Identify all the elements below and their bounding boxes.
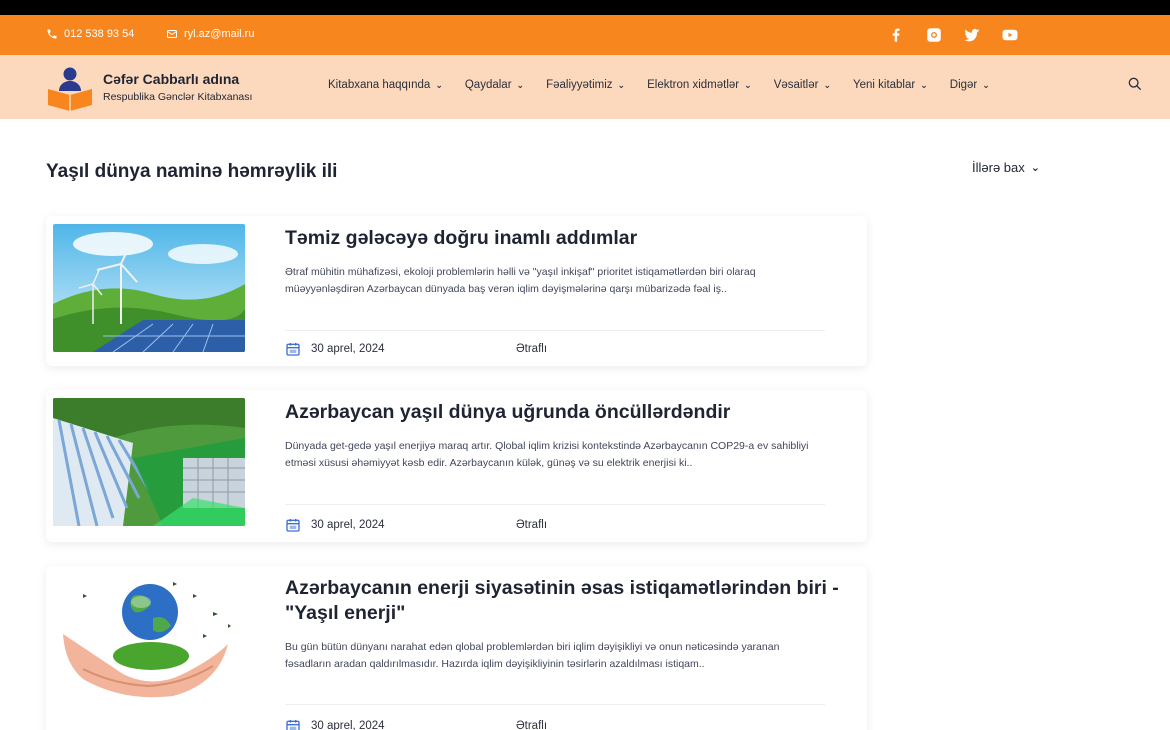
search-button[interactable] bbox=[1127, 76, 1143, 92]
divider bbox=[285, 504, 825, 505]
library-logo[interactable] bbox=[46, 65, 94, 111]
window-top-strip bbox=[0, 0, 1170, 15]
twitter-icon bbox=[964, 29, 980, 42]
nav-item-kitabxana-haqqinda[interactable]: Kitabxana haqqında ⌄ bbox=[328, 79, 443, 91]
article-title[interactable]: Azərbaycan yaşıl dünya uğrunda öncüllərd… bbox=[285, 400, 845, 425]
article-title[interactable]: Təmiz gələcəyə doğru inamlı addımlar bbox=[285, 226, 845, 251]
email-link[interactable]: ryl.az@mail.ru bbox=[166, 28, 254, 40]
article-image-globe-hands[interactable] bbox=[53, 574, 245, 702]
chevron-down-icon: ⌄ bbox=[435, 79, 443, 90]
main-navbar: Cəfər Cabbarlı adına Respublika Gənclər … bbox=[0, 55, 1170, 119]
chevron-down-icon: ⌄ bbox=[1030, 162, 1040, 174]
nav-item-label: Fəaliyyətimiz bbox=[546, 79, 613, 91]
brand-name: Cəfər Cabbarlı adına bbox=[103, 71, 240, 87]
facebook-icon bbox=[892, 28, 900, 42]
article-excerpt: Ətraf mühitin mühafizəsi, ekoloji proble… bbox=[285, 266, 756, 295]
article-excerpt: Dünyada get-gedə yaşıl enerjiyə maraq ar… bbox=[285, 440, 809, 469]
search-icon bbox=[1128, 77, 1141, 90]
brand-subtitle: Respublika Gənclər Kitabxanası bbox=[103, 91, 253, 103]
chevron-down-icon: ⌄ bbox=[982, 79, 990, 90]
nav-item-label: Kitabxana haqqında bbox=[328, 79, 431, 91]
nav-item-label: Vəsaitlər bbox=[773, 79, 819, 91]
email-address: ryl.az@mail.ru bbox=[184, 28, 255, 40]
phone-link[interactable]: 012 538 93 54 bbox=[46, 28, 134, 40]
article-date: 30 aprel, 2024 bbox=[285, 517, 385, 533]
instagram-link[interactable] bbox=[923, 24, 945, 46]
twitter-link[interactable] bbox=[961, 24, 983, 46]
article-date-text: 30 aprel, 2024 bbox=[311, 720, 385, 730]
youtube-icon bbox=[1002, 29, 1018, 41]
nav-item-label: Qaydalar bbox=[464, 79, 512, 91]
nav-item-diger[interactable]: Digər ⌄ bbox=[950, 79, 990, 91]
article-card[interactable]: Azərbaycan yaşıl dünya uğrunda öncüllərd… bbox=[46, 390, 867, 542]
article-excerpt: Bu gün bütün dünyanı narahat edən qlobal… bbox=[285, 641, 780, 670]
divider bbox=[285, 330, 825, 331]
nav-item-label: Yeni kitablar bbox=[852, 79, 916, 91]
nav-item-vesaitler[interactable]: Vəsaitlər ⌄ bbox=[774, 79, 831, 91]
wind-turbine-solar-image bbox=[53, 224, 245, 352]
phone-number: 012 538 93 54 bbox=[64, 28, 135, 40]
chevron-down-icon: ⌄ bbox=[920, 79, 928, 90]
article-date-text: 30 aprel, 2024 bbox=[311, 519, 385, 531]
article-image-wind-solar[interactable] bbox=[53, 224, 245, 352]
brand-text[interactable]: Cəfər Cabbarlı adına Respublika Gənclər … bbox=[103, 71, 252, 103]
nav-item-fealiyyetimiz[interactable]: Fəaliyyətimiz ⌄ bbox=[546, 79, 625, 91]
calendar-icon bbox=[286, 519, 300, 532]
mail-icon bbox=[167, 30, 177, 38]
nav-item-elektron-xidmetler[interactable]: Elektron xidmətlər ⌄ bbox=[647, 79, 752, 91]
instagram-icon bbox=[927, 28, 941, 42]
chevron-down-icon: ⌄ bbox=[823, 79, 831, 90]
nav-menu: Kitabxana haqqında ⌄ Qaydalar ⌄ Fəaliyyəti… bbox=[328, 79, 990, 91]
years-filter-label: İllərə bax bbox=[972, 160, 1025, 175]
article-image-solar-farm[interactable] bbox=[53, 398, 245, 526]
globe-in-hands-image bbox=[53, 574, 245, 702]
article-title[interactable]: Azərbaycanın enerji siyasətinin əsas ist… bbox=[285, 576, 845, 626]
page-title: Yaşıl dünya naminə həmrəylik ili bbox=[46, 161, 338, 182]
read-more-link[interactable]: Ətraflı bbox=[516, 519, 547, 531]
article-card[interactable]: Azərbaycanın enerji siyasətinin əsas ist… bbox=[46, 566, 867, 730]
calendar-icon bbox=[286, 720, 300, 730]
read-more-link[interactable]: Ətraflı bbox=[516, 720, 547, 730]
facebook-link[interactable] bbox=[885, 24, 907, 46]
top-contact-bar: 012 538 93 54 ryl.az@mail.ru bbox=[0, 15, 1170, 55]
chevron-down-icon: ⌄ bbox=[744, 79, 752, 90]
nav-item-label: Digər bbox=[949, 79, 978, 91]
reading-person-logo-icon bbox=[48, 67, 92, 111]
nav-item-qaydalar[interactable]: Qaydalar ⌄ bbox=[465, 79, 524, 91]
divider bbox=[285, 704, 825, 705]
chevron-down-icon: ⌄ bbox=[516, 79, 525, 90]
article-date-text: 30 aprel, 2024 bbox=[311, 343, 385, 355]
years-filter-dropdown[interactable]: İllərə bax ⌄ bbox=[972, 160, 1040, 175]
solar-farm-image bbox=[53, 398, 245, 526]
article-date: 30 aprel, 2024 bbox=[285, 341, 385, 357]
nav-item-label: Elektron xidmətlər bbox=[647, 79, 740, 91]
article-date: 30 aprel, 2024 bbox=[285, 718, 385, 730]
article-card[interactable]: Təmiz gələcəyə doğru inamlı addımlar Ətr… bbox=[46, 216, 867, 366]
youtube-link[interactable] bbox=[999, 24, 1021, 46]
read-more-link[interactable]: Ətraflı bbox=[516, 343, 547, 355]
chevron-down-icon: ⌄ bbox=[617, 79, 626, 90]
phone-icon bbox=[47, 29, 57, 39]
calendar-icon bbox=[286, 343, 300, 356]
nav-item-yeni-kitablar[interactable]: Yeni kitablar ⌄ bbox=[853, 79, 928, 91]
social-links bbox=[885, 24, 1021, 46]
